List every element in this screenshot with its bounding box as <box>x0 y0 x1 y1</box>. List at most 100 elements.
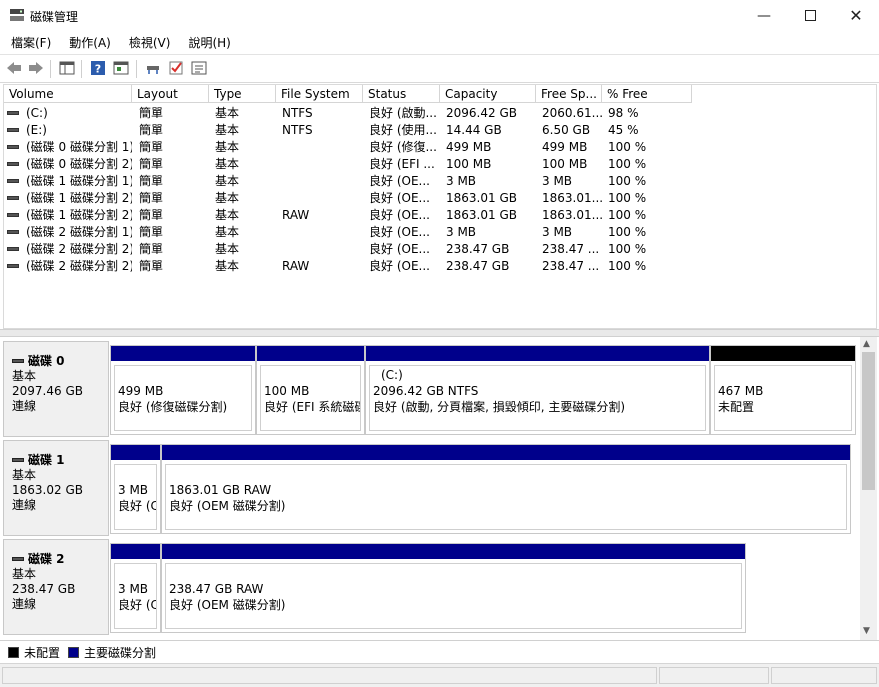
volume-file-system <box>282 156 362 173</box>
partition-label <box>118 367 248 383</box>
check-button[interactable] <box>167 59 185 77</box>
partition-block[interactable]: 3 MB 良好 (C <box>110 543 161 633</box>
scroll-down-icon[interactable]: ▼ <box>863 626 870 636</box>
show-action-pane-button[interactable] <box>112 59 130 77</box>
table-row[interactable]: (磁碟 1 磁碟分割 2) 簡單 基本 RAW 良好 (OE... 1863.0… <box>4 207 878 224</box>
disk-2-label[interactable]: 磁碟 2 基本 238.47 GB 連線 <box>3 539 109 635</box>
table-row[interactable]: (磁碟 0 磁碟分割 2) 簡單 基本 良好 (EFI ... 100 MB 1… <box>4 156 878 173</box>
partition-block[interactable]: 499 MB 良好 (修復磁碟分割) <box>110 345 256 435</box>
menu-help[interactable]: 說明(H) <box>177 34 237 51</box>
table-row[interactable]: (磁碟 2 磁碟分割 2) 簡單 基本 RAW 良好 (OE... 238.47… <box>4 258 878 275</box>
column-header-capacity[interactable]: Capacity <box>440 85 536 103</box>
table-row[interactable]: (磁碟 1 磁碟分割 2) 簡單 基本 良好 (OE... 1863.01 GB… <box>4 190 878 207</box>
disk-name: 磁碟 1 <box>28 453 65 467</box>
volume-capacity: 1863.01 GB <box>446 191 517 205</box>
properties-button[interactable] <box>190 59 208 77</box>
volume-free-space: 238.47 ... <box>542 242 600 256</box>
toolbar-separator <box>50 60 51 78</box>
unallocated-bar <box>711 346 855 361</box>
volume-status: 良好 (OE... <box>369 208 430 222</box>
volume-type: 基本 <box>215 140 240 154</box>
column-header-percent-free[interactable]: % Free <box>602 85 692 103</box>
partition-bar <box>111 346 255 361</box>
volume-capacity: 2096.42 GB <box>446 106 517 120</box>
forward-button[interactable] <box>27 59 45 77</box>
action-pane-icon <box>113 61 129 75</box>
close-button[interactable]: ✕ <box>833 0 879 31</box>
column-header-volume[interactable]: Volume <box>4 85 132 103</box>
disk-0-label[interactable]: 磁碟 0 基本 2097.46 GB 連線 <box>3 341 109 437</box>
connect-disk-button[interactable] <box>144 59 162 77</box>
volume-type: 基本 <box>215 123 240 137</box>
table-row[interactable]: (磁碟 2 磁碟分割 1) 簡單 基本 良好 (OE... 3 MB 3 MB … <box>4 224 878 241</box>
disk-map-pane: 磁碟 0 基本 2097.46 GB 連線 499 MB 良好 (修復磁碟分割)… <box>3 337 860 640</box>
volume-icon <box>7 230 19 234</box>
volume-file-system: RAW <box>282 208 310 222</box>
back-button[interactable] <box>5 59 23 77</box>
volume-percent-free: 100 % <box>608 157 647 171</box>
show-hide-console-tree-button[interactable] <box>58 59 76 77</box>
menu-action[interactable]: 動作(A) <box>58 34 118 51</box>
volume-capacity: 499 MB <box>446 140 492 154</box>
primary-partition-swatch <box>68 646 80 658</box>
unallocated-block[interactable]: 467 MB 未配置 <box>710 345 856 435</box>
column-header-file-system[interactable]: File System <box>276 85 363 103</box>
partition-label <box>118 565 153 581</box>
disk-management-icon <box>10 9 24 21</box>
volume-name: (磁碟 2 磁碟分割 2) <box>26 242 132 256</box>
table-row[interactable]: (磁碟 0 磁碟分割 1) 簡單 基本 良好 (修復... 499 MB 499… <box>4 139 878 156</box>
help-button[interactable]: ? <box>89 59 107 77</box>
volume-free-space: 3 MB <box>542 174 573 188</box>
volume-name: (C:) <box>26 106 48 120</box>
table-row[interactable]: (磁碟 2 磁碟分割 2) 簡單 基本 良好 (OE... 238.47 GB … <box>4 241 878 258</box>
console-tree-icon <box>59 61 75 75</box>
column-header-layout[interactable]: Layout <box>132 85 209 103</box>
volume-icon <box>7 111 19 115</box>
minimize-button[interactable]: — <box>741 0 787 31</box>
column-header-free-space[interactable]: Free Sp... <box>536 85 602 103</box>
volume-percent-free: 100 % <box>608 208 647 222</box>
menu-file[interactable]: 檔案(F) <box>0 34 58 51</box>
status-section <box>659 667 769 684</box>
pane-splitter[interactable] <box>0 329 879 337</box>
partition-status: 良好 (修復磁碟分割) <box>118 400 228 414</box>
volume-name: (磁碟 1 磁碟分割 2) <box>26 208 132 222</box>
partition-label <box>264 367 357 383</box>
disk-1-label[interactable]: 磁碟 1 基本 1863.02 GB 連線 <box>3 440 109 536</box>
volume-list[interactable]: Volume Layout Type File System Status Ca… <box>3 84 877 329</box>
partition-block[interactable]: 238.47 GB RAW 良好 (OEM 磁碟分割) <box>161 543 746 633</box>
volume-name: (磁碟 2 磁碟分割 1) <box>26 225 132 239</box>
disk-size: 2097.46 GB <box>12 384 83 398</box>
volume-icon <box>7 213 19 217</box>
column-header-type[interactable]: Type <box>209 85 276 103</box>
table-row[interactable]: (磁碟 1 磁碟分割 1) 簡單 基本 良好 (OE... 3 MB 3 MB … <box>4 173 878 190</box>
disk-state: 連線 <box>12 498 37 512</box>
disk-connect-icon <box>147 66 159 74</box>
volume-icon <box>7 128 19 132</box>
status-section <box>771 667 877 684</box>
partition-block[interactable]: 1863.01 GB RAW 良好 (OEM 磁碟分割) <box>161 444 851 534</box>
volume-type: 基本 <box>215 208 240 222</box>
table-row[interactable]: (E:) 簡單 基本 NTFS 良好 (使用... 14.44 GB 6.50 … <box>4 122 878 139</box>
scroll-up-icon[interactable]: ▲ <box>863 339 870 349</box>
menu-view[interactable]: 檢視(V) <box>118 34 178 51</box>
partition-status: 良好 (OEM 磁碟分割) <box>169 598 286 612</box>
volume-status: 良好 (OE... <box>369 174 430 188</box>
partition-block[interactable]: 100 MB 良好 (EFI 系統磁碟 <box>256 345 365 435</box>
table-row[interactable]: (C:) 簡單 基本 NTFS 良好 (啟動... 2096.42 GB 206… <box>4 105 878 122</box>
scrollbar-thumb[interactable] <box>862 352 875 490</box>
title-bar: 磁碟管理 — ✕ <box>0 0 879 31</box>
volume-status: 良好 (OE... <box>369 242 430 256</box>
disk-state: 連線 <box>12 399 37 413</box>
volume-file-system <box>282 224 362 241</box>
column-header-status[interactable]: Status <box>363 85 440 103</box>
partition-label <box>169 466 843 482</box>
partition-block[interactable]: 3 MB 良好 (C <box>110 444 161 534</box>
volume-percent-free: 100 % <box>608 191 647 205</box>
partition-block[interactable]: (C:) 2096.42 GB NTFS 良好 (啟動, 分頁檔案, 損毀傾印,… <box>365 345 710 435</box>
legend-primary-partition: 主要磁碟分割 <box>84 645 157 660</box>
volume-file-system <box>282 173 362 190</box>
maximize-button[interactable] <box>787 0 833 31</box>
partition-status: 未配置 <box>718 400 755 414</box>
disk-type: 基本 <box>12 369 37 383</box>
